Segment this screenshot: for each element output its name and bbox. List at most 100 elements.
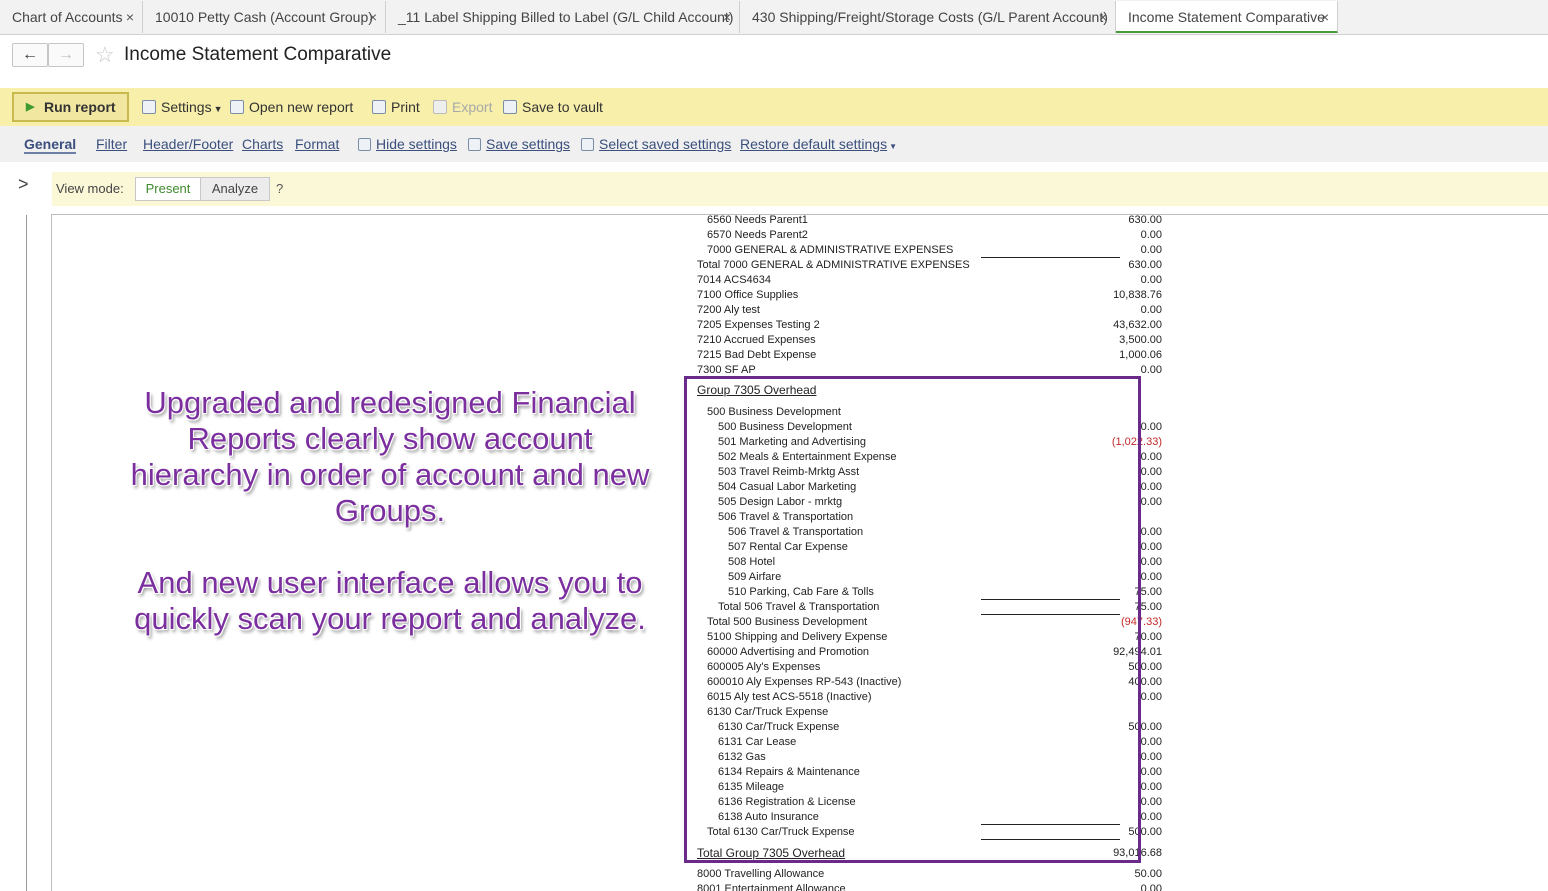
tab-label: 10010 Petty Cash (Account Group) [155,9,373,25]
save-to-vault-label: Save to vault [522,99,603,115]
tab-label: Income Statement Comparative [1128,9,1325,25]
report-row[interactable]: 8001 Entertainment Allowance 0.00 [52,882,1548,891]
settings-label: Settings [161,99,212,115]
open-new-report-label: Open new report [249,99,354,115]
row-label: Total 7000 GENERAL & ADMINISTRATIVE EXPE… [697,259,970,271]
row-label: 7014 ACS4634 [697,274,772,286]
tab-label-shipping[interactable]: _11 Label Shipping Billed to Label (G/L … [386,1,740,33]
caret-down-icon: ▼ [213,104,223,114]
close-icon[interactable]: × [369,1,377,33]
promo-annotation: Upgraded and redesigned Financial Report… [130,385,650,637]
tab-label: Chart of Accounts [12,9,123,25]
row-value: 0.00 [1140,811,1162,823]
analyze-mode-button[interactable]: Analyze [200,177,270,201]
row-value: 0.00 [1140,736,1162,748]
settings-dropdown[interactable]: Settings ▼ [142,98,223,118]
row-value: 1,000.06 [1119,349,1162,361]
row-label: 6570 Needs Parent2 [707,229,808,241]
report-row[interactable]: 7014 ACS4634 0.00 [52,273,1548,288]
row-value: 0.00 [1140,274,1162,286]
open-new-report-button[interactable]: Open new report [230,98,353,116]
new-report-icon [230,100,244,114]
row-value: 630.00 [1128,259,1162,271]
close-icon[interactable]: × [126,1,134,33]
row-value: 43,632.00 [1113,319,1162,331]
print-button[interactable]: Print [372,98,420,116]
report-row[interactable]: 6570 Needs Parent2 0.00 [52,228,1548,243]
row-value: 0.00 [1140,691,1162,703]
report-row[interactable]: 7210 Accrued Expenses 3,500.00 [52,333,1548,348]
row-value: 0.00 [1140,796,1162,808]
restore-default-settings-label: Restore default settings [740,136,888,152]
select-saved-settings-label: Select saved settings [599,136,732,152]
tab-chart-of-accounts[interactable]: Chart of Accounts × [0,1,143,33]
tab-petty-cash[interactable]: 10010 Petty Cash (Account Group) × [143,1,386,33]
report-row[interactable]: Total 7000 GENERAL & ADMINISTRATIVE EXPE… [52,258,1548,273]
row-label: 7200 Aly test [697,304,760,316]
tree-guide-line [26,215,27,891]
row-label: 8001 Entertainment Allowance [697,883,846,891]
export-button[interactable]: Export [433,98,492,116]
close-icon[interactable]: × [1099,1,1107,33]
report-row[interactable]: 8000 Travelling Allowance 50.00 [52,867,1548,882]
play-icon: ▶ [26,101,35,113]
row-value: 0.00 [1140,304,1162,316]
row-value: 0.00 [1140,526,1162,538]
close-icon[interactable]: × [1321,1,1329,33]
close-icon[interactable]: × [723,1,731,33]
select-saved-settings-link[interactable]: Select saved settings [581,136,731,152]
tab-bar: Chart of Accounts × 10010 Petty Cash (Ac… [0,0,1548,35]
report-row[interactable]: 7215 Bad Debt Expense 1,000.06 [52,348,1548,363]
present-mode-button[interactable]: Present [135,177,201,201]
row-value: 0.00 [1140,244,1162,256]
row-value: 0.00 [1140,496,1162,508]
highlight-box-group-overhead [684,376,1141,863]
run-report-label: Run report [44,99,116,115]
row-label: 7215 Bad Debt Expense [697,349,817,361]
report-row[interactable]: 7200 Aly test 0.00 [52,303,1548,318]
row-value: 0.00 [1140,766,1162,778]
hide-settings-icon [358,138,371,151]
favorite-star-icon[interactable]: ☆ [95,42,115,68]
page-title: Income Statement Comparative [124,44,392,65]
restore-default-settings-link[interactable]: Restore default settings ▼ [740,136,897,155]
forward-button[interactable]: → [48,43,84,67]
back-button[interactable]: ← [12,43,48,67]
help-icon[interactable]: ? [276,181,283,197]
tab-label: _11 Label Shipping Billed to Label (G/L … [398,9,734,25]
row-value: 0.00 [1140,451,1162,463]
print-label: Print [391,99,420,115]
report-row[interactable]: 7205 Expenses Testing 2 43,632.00 [52,318,1548,333]
tab-header-footer[interactable]: Header/Footer [143,136,233,152]
hide-settings-link[interactable]: Hide settings [358,136,457,152]
export-label: Export [452,99,493,115]
row-value: 0.00 [1140,751,1162,763]
row-value: 0.00 [1140,364,1162,376]
save-to-vault-button[interactable]: Save to vault [503,98,603,116]
chevron-right-icon[interactable]: > [18,174,29,194]
annotation-paragraph-1: Upgraded and redesigned Financial Report… [130,385,650,528]
row-value: 0.00 [1140,883,1162,891]
row-value: 0.00 [1140,571,1162,583]
run-report-button[interactable]: ▶ Run report [12,92,129,122]
tab-general[interactable]: General [24,136,77,154]
report-row[interactable]: 7000 GENERAL & ADMINISTRATIVE EXPENSES 0.… [52,243,1548,258]
tab-format[interactable]: Format [295,136,339,152]
row-label: 7100 Office Supplies [697,289,799,301]
tab-shipping-freight[interactable]: 430 Shipping/Freight/Storage Costs (G/L … [740,1,1116,33]
tab-charts[interactable]: Charts [242,136,283,152]
row-value: 0.00 [1140,421,1162,433]
row-value: 0.00 [1140,466,1162,478]
row-value: 630.00 [1128,214,1162,226]
row-label: 8000 Travelling Allowance [697,868,825,880]
tab-filter[interactable]: Filter [96,136,127,152]
row-value: 0.00 [1140,541,1162,553]
row-label: 7205 Expenses Testing 2 [697,319,820,331]
arrow-left-icon: ← [22,46,38,63]
report-row[interactable]: 7100 Office Supplies 10,838.76 [52,288,1548,303]
row-label: 6560 Needs Parent1 [707,214,808,226]
save-settings-link[interactable]: Save settings [468,136,570,152]
view-mode-label: View mode: [56,181,124,196]
tab-income-statement[interactable]: Income Statement Comparative × [1116,1,1338,33]
report-row[interactable]: 6560 Needs Parent1 630.00 [52,214,1548,228]
